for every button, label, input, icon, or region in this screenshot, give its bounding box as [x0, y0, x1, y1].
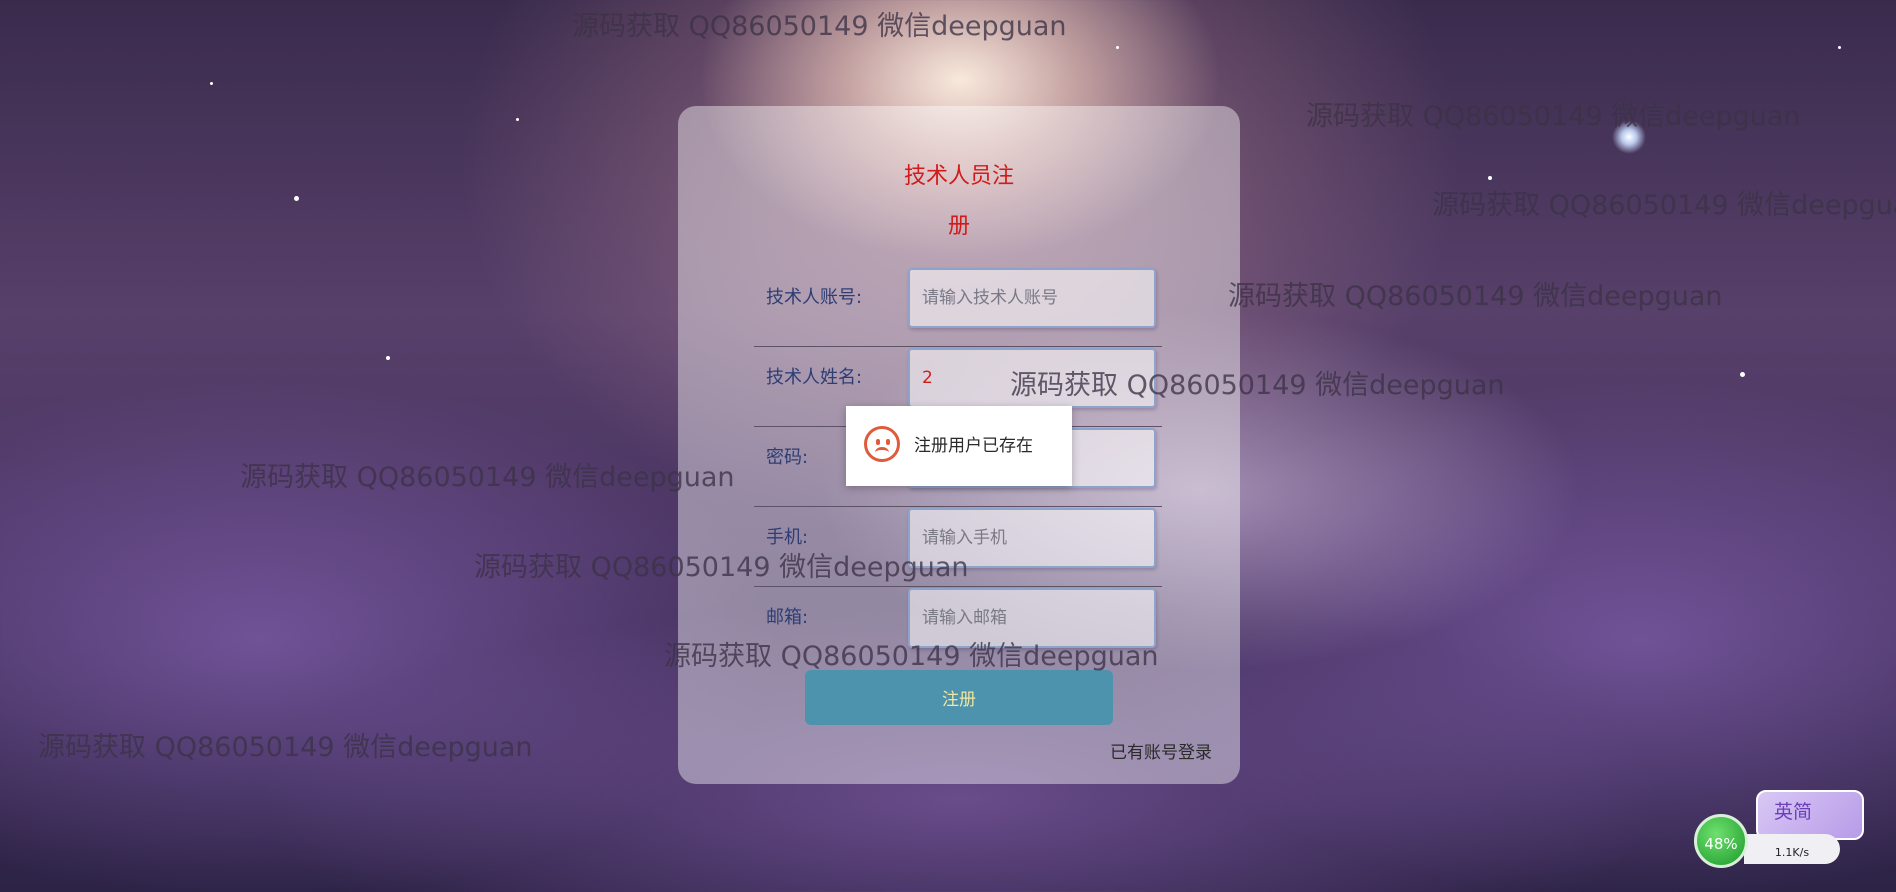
network-speed: 1.1K/s: [1744, 834, 1840, 864]
login-link[interactable]: 已有账号登录: [1110, 738, 1212, 763]
error-toast: 注册用户已存在: [846, 406, 1072, 486]
password-label: 密码:: [766, 447, 809, 468]
form-title: 技术人员注 册: [678, 152, 1240, 252]
email-input[interactable]: [908, 588, 1156, 648]
phone-label: 手机:: [766, 527, 809, 548]
name-label: 技术人姓名:: [766, 367, 863, 388]
ime-widget[interactable]: 英简 1.1K/s 48%: [1694, 790, 1874, 870]
register-button[interactable]: 注册: [805, 670, 1113, 725]
account-input[interactable]: [908, 268, 1156, 328]
ime-mode-badge[interactable]: 英简: [1756, 790, 1864, 840]
email-label: 邮箱:: [766, 607, 809, 628]
phone-row: 手机:: [754, 506, 1162, 587]
toast-message: 注册用户已存在: [914, 436, 1033, 456]
sad-face-icon: [864, 426, 900, 462]
battery-percent[interactable]: 48%: [1694, 814, 1748, 868]
name-input[interactable]: [908, 348, 1156, 408]
form-title-line1: 技术人员注: [903, 164, 1014, 189]
form-title-line2: 册: [947, 214, 970, 239]
account-row: 技术人账号:: [754, 266, 1162, 347]
phone-input[interactable]: [908, 508, 1156, 568]
email-row: 邮箱:: [754, 586, 1162, 666]
account-label: 技术人账号:: [766, 287, 863, 308]
